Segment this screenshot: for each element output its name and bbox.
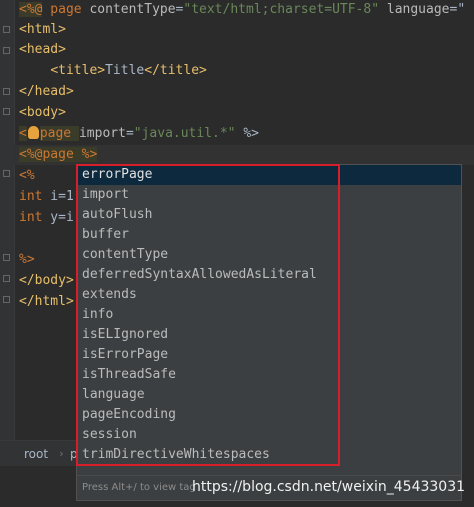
scriptlet-open: <% [19, 168, 35, 183]
completion-item[interactable]: buffer [77, 225, 461, 245]
completion-item[interactable]: language [77, 385, 461, 405]
html-tag: <title> [50, 63, 106, 78]
directive-close: %> [73, 147, 98, 162]
code-line[interactable]: <%@ page contentType="text/html;charset=… [19, 0, 465, 20]
watermark-text: https://blog.csdn.net/weixin_45433031 [192, 479, 466, 495]
html-tag: <body> [19, 105, 66, 120]
attribute-name: import [78, 126, 126, 141]
html-tag: <html> [19, 22, 66, 37]
code-line[interactable]: int y=i [19, 208, 74, 228]
equals-sign: =" [449, 2, 466, 17]
fold-icon[interactable] [3, 170, 10, 177]
fold-icon[interactable] [3, 108, 10, 115]
completion-popup: errorPage import autoFlush buffer conten… [76, 164, 462, 501]
completion-item[interactable]: pageEncoding [77, 405, 461, 425]
html-tag: </body> [19, 273, 74, 288]
html-tag: </html> [19, 294, 74, 309]
current-code-line[interactable]: <%@page %> [14, 145, 474, 165]
directive-close: %> [235, 126, 259, 141]
directive-open: <%@ [19, 2, 43, 17]
equals-sign: = [125, 126, 134, 141]
completion-item[interactable]: trimDirectiveWhitespaces [77, 445, 461, 465]
fold-icon[interactable] [3, 275, 10, 282]
breadcrumb-root[interactable]: root [24, 447, 48, 461]
attribute-value: "text/html;charset=UTF-8" [183, 2, 380, 17]
completion-item[interactable]: isThreadSafe [77, 365, 461, 385]
title-text: Title [105, 63, 145, 78]
code-line[interactable]: <head> [19, 40, 66, 60]
directive-open: < [19, 126, 27, 141]
fold-icon[interactable] [3, 47, 10, 54]
completion-item[interactable]: deferredSyntaxAllowedAsLiteral [77, 265, 461, 285]
scriptlet-close: %> [19, 252, 35, 267]
directive-keyword: page [42, 147, 74, 162]
attribute-value: "java.util.*" [133, 126, 236, 141]
type-keyword: int [19, 189, 43, 204]
lightbulb-icon[interactable] [27, 126, 39, 139]
attribute-name: contentType [89, 2, 176, 17]
completion-item[interactable]: isELIgnored [77, 325, 461, 345]
directive-open: <%@ [19, 147, 43, 162]
code-line[interactable]: %> [19, 250, 35, 270]
code-line[interactable]: < page import="java.util.*" %> [19, 124, 259, 144]
completion-item[interactable]: isErrorPage [77, 345, 461, 365]
completion-item[interactable]: session [77, 425, 461, 445]
completion-item[interactable]: import [77, 185, 461, 205]
code-line[interactable]: </head> [19, 82, 74, 102]
fold-icon[interactable] [3, 26, 10, 33]
code-line[interactable]: <title>Title</title> [19, 61, 207, 81]
code-line[interactable]: </body> [19, 271, 74, 291]
code-line[interactable]: int i=1 [19, 187, 74, 207]
completion-item[interactable]: contentType [77, 245, 461, 265]
completion-item[interactable]: autoFlush [77, 205, 461, 225]
code-text: i=1 [42, 189, 74, 204]
code-line[interactable]: <% [19, 166, 35, 186]
fold-icon[interactable] [3, 296, 10, 303]
fold-icon[interactable] [3, 254, 10, 261]
editor-bottom-area [0, 466, 76, 507]
completion-hint: Press Alt+/ to view tag [82, 482, 196, 493]
editor-gutter [0, 0, 15, 440]
breadcrumb: root › p [0, 440, 78, 467]
html-tag: <head> [19, 42, 66, 57]
code-line[interactable]: <html> [19, 20, 66, 40]
completion-item[interactable]: errorPage [77, 165, 461, 185]
html-tag: </head> [19, 84, 74, 99]
code-text: y=i [42, 210, 74, 225]
code-line[interactable]: </html> [19, 292, 74, 312]
directive-keyword: page [39, 126, 79, 141]
completion-item[interactable]: info [77, 305, 461, 325]
attribute-name: language [379, 2, 450, 17]
code-line[interactable]: <body> [19, 103, 66, 123]
fold-icon[interactable] [3, 88, 10, 95]
type-keyword: int [19, 210, 43, 225]
breadcrumb-separator-icon: › [58, 447, 65, 460]
completion-item[interactable]: extends [77, 285, 461, 305]
html-tag: </title> [144, 63, 207, 78]
directive-keyword: page [42, 2, 90, 17]
